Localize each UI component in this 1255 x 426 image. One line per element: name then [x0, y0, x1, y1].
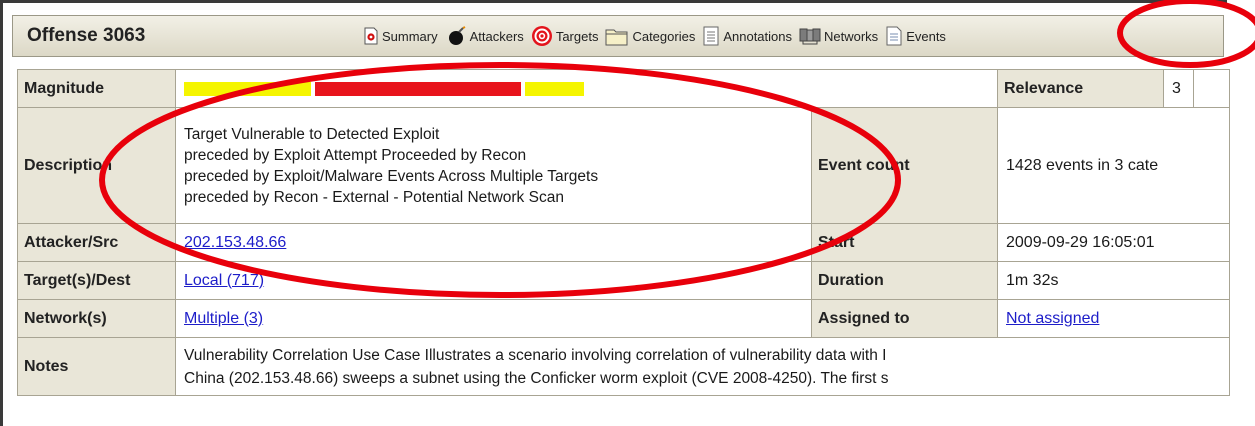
targets-label: Targets: [555, 28, 599, 44]
assign-link[interactable]: Not assigned: [1006, 310, 1099, 327]
table-row: Description Target Vulnerable to Detecte…: [17, 107, 1230, 224]
attackers-button[interactable]: Attackers: [445, 26, 524, 46]
description-label: Description: [17, 107, 176, 224]
annotations-icon: [703, 26, 719, 46]
events-button[interactable]: Events: [885, 26, 946, 46]
network-icon: [799, 28, 821, 45]
target-label: Target(s)/Dest: [17, 261, 176, 300]
target-icon: [531, 26, 552, 46]
summary-icon: [364, 27, 378, 45]
networks-button[interactable]: Networks: [799, 27, 878, 45]
target-cell: Local (717): [175, 261, 812, 300]
attacker-link[interactable]: 202.153.48.66: [184, 234, 286, 251]
event-count-label: Event count: [811, 107, 998, 224]
description-line: preceded by Exploit/Malware Events Acros…: [184, 167, 599, 185]
description-value: Target Vulnerable to Detected Exploit pr…: [175, 107, 812, 224]
assigned-cell: Not assigned: [997, 299, 1230, 338]
attacker-label: Attacker/Src: [17, 223, 176, 262]
attacker-cell: 202.153.48.66: [175, 223, 812, 262]
offense-toolbar: Summary Attackers Targets Categories Ann…: [363, 16, 953, 56]
bomb-icon: [448, 26, 466, 45]
categories-button[interactable]: Categories: [605, 26, 695, 46]
annotations-label: Annotations: [723, 28, 792, 44]
network-cell: Multiple (3): [175, 299, 812, 338]
notes-line: China (202.153.48.66) sweeps a subnet us…: [184, 369, 889, 387]
offense-details-table: Magnitude Relevance 3 Description Target…: [17, 69, 1230, 396]
magnitude-segment-mid: [525, 81, 584, 96]
notes-line: Vulnerability Correlation Use Case Illus…: [184, 346, 887, 364]
start-label: Start: [811, 223, 998, 262]
start-value: 2009-09-29 16:05:01: [997, 223, 1230, 262]
table-row: Magnitude Relevance 3: [17, 69, 1230, 108]
magnitude-label: Magnitude: [17, 69, 176, 108]
magnitude-segment-low: [184, 81, 312, 96]
network-label: Network(s): [17, 299, 176, 338]
summary-label: Summary: [382, 28, 438, 44]
event-count-value: 1428 events in 3 cate: [997, 107, 1230, 224]
networks-label: Networks: [824, 28, 879, 44]
notes-label: Notes: [17, 337, 176, 396]
notes-value: Vulnerability Correlation Use Case Illus…: [175, 337, 1230, 396]
table-row: Network(s) Multiple (3) Assigned to Not …: [17, 299, 1230, 338]
magnitude-cell: [175, 69, 998, 108]
description-line: Target Vulnerable to Detected Exploit: [184, 125, 440, 143]
assigned-label: Assigned to: [811, 299, 998, 338]
attackers-label: Attackers: [469, 28, 524, 44]
duration-label: Duration: [811, 261, 998, 300]
relevance-label: Relevance: [997, 69, 1164, 108]
events-icon: [886, 26, 902, 46]
target-link[interactable]: Local (717): [184, 272, 264, 289]
table-row: Notes Vulnerability Correlation Use Case…: [17, 337, 1230, 396]
duration-value: 1m 32s: [997, 261, 1230, 300]
relevance-value: 3: [1163, 69, 1194, 108]
table-row: Attacker/Src 202.153.48.66 Start 2009-09…: [17, 223, 1230, 262]
network-link[interactable]: Multiple (3): [184, 310, 263, 327]
table-row: Target(s)/Dest Local (717) Duration 1m 3…: [17, 261, 1230, 300]
targets-button[interactable]: Targets: [531, 25, 599, 47]
folder-icon: [605, 29, 628, 46]
page-title: Offense 3063: [27, 25, 146, 46]
relevance-spacer: [1193, 69, 1230, 108]
events-label: Events: [906, 28, 946, 44]
description-line: preceded by Recon - External - Potential…: [184, 188, 564, 206]
description-line: preceded by Exploit Attempt Proceeded by…: [184, 146, 527, 164]
categories-label: Categories: [632, 28, 696, 44]
annotations-button[interactable]: Annotations: [702, 26, 792, 46]
offense-header: Offense 3063 Summary Attackers Targets C…: [12, 15, 1224, 57]
magnitude-bar: [184, 81, 584, 96]
summary-button[interactable]: Summary: [363, 27, 438, 45]
magnitude-segment-high: [315, 81, 522, 96]
